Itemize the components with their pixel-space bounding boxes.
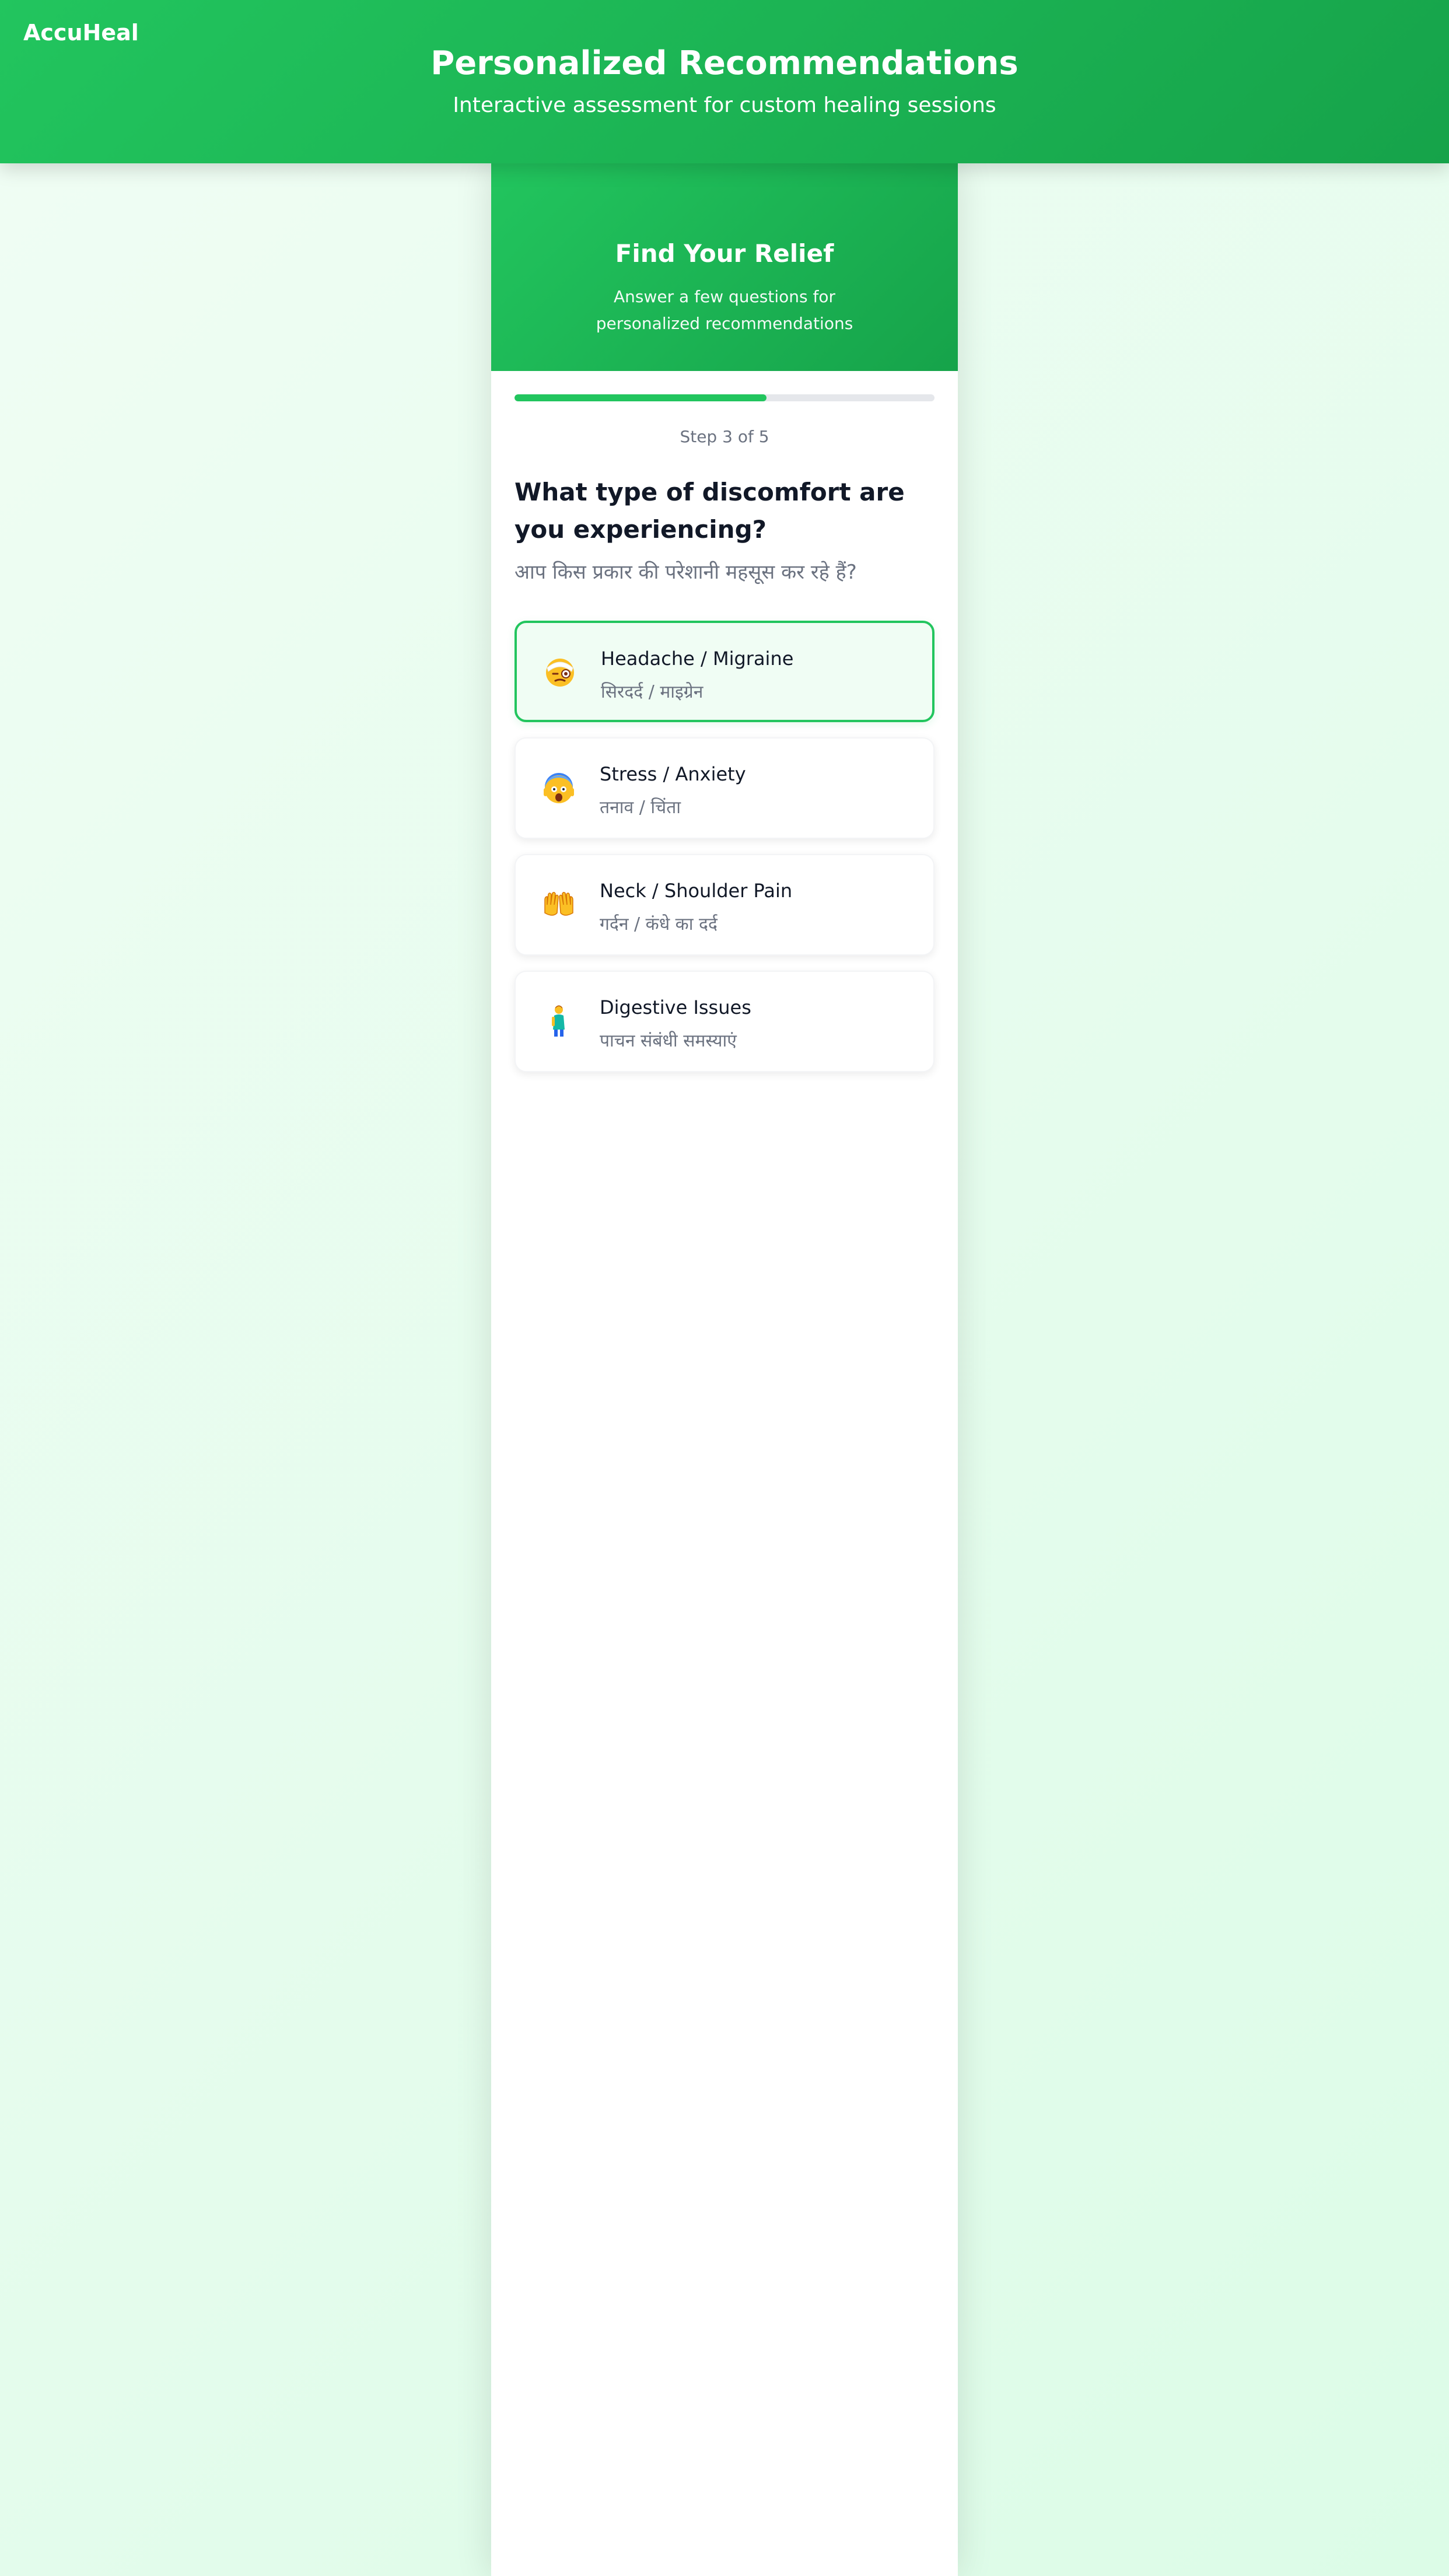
option-neck-shoulder[interactable]: Neck / Shoulder Pain गर्दन / कंधे का दर्… [514,854,935,956]
option-label: Neck / Shoulder Pain [600,880,793,902]
option-headache[interactable]: Headache / Migraine सिरदर्द / माइग्रेन [514,621,935,722]
question-text-hindi: आप किस प्रकार की परेशानी महसूस कर रहे है… [514,561,857,584]
brand-logo[interactable]: AccuHeal [23,20,139,46]
screaming-face-icon [539,768,579,808]
standing-person-icon [539,1002,579,1041]
top-header: AccuHeal Personalized Recommendations In… [0,0,1449,163]
option-label-hindi: तनाव / चिंता [600,797,681,818]
option-digestive[interactable]: Digestive Issues पाचन संबंधी समस्याएं [514,971,935,1072]
panel-title: Find Your Relief [615,239,834,268]
assessment-panel: Find Your Relief Answer a few questions … [491,163,958,2576]
option-stress[interactable]: Stress / Anxiety तनाव / चिंता [514,737,935,839]
option-label: Stress / Anxiety [600,763,746,785]
option-label-hindi: गर्दन / कंधे का दर्द [600,914,718,935]
step-indicator: Step 3 of 5 [680,427,769,446]
progress-fill [514,394,766,401]
page-subtitle: Interactive assessment for custom healin… [453,93,996,117]
option-label: Headache / Migraine [601,648,794,670]
panel-description: Answer a few questions for personalized … [596,287,853,333]
option-label-hindi: पाचन संबंधी समस्याएं [600,1031,737,1051]
panel-header: Find Your Relief Answer a few questions … [491,163,958,371]
raised-hands-icon [539,885,579,925]
question-text: What type of discomfort are you experien… [514,478,905,544]
head-bandage-icon [540,652,580,691]
option-label: Digestive Issues [600,996,751,1019]
progress-bar [514,394,935,401]
page-title: Personalized Recommendations [430,44,1019,82]
option-label-hindi: सिरदर्द / माइग्रेन [601,682,704,702]
